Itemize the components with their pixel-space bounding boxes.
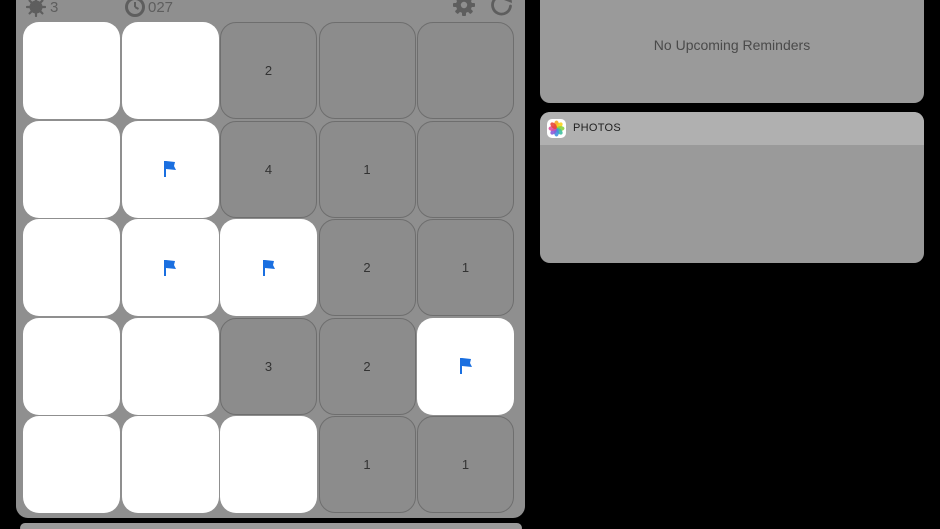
gear-icon — [450, 0, 478, 17]
board-cell[interactable]: 2 — [318, 219, 416, 316]
board-cell[interactable] — [23, 22, 120, 119]
mine-count-value: 3 — [50, 0, 59, 16]
cell-number: 2 — [264, 63, 273, 78]
mine-counter: 3 — [26, 0, 59, 17]
board-cell[interactable] — [318, 22, 416, 119]
board-cell[interactable] — [220, 416, 317, 513]
photos-widget-title: PHOTOS — [573, 122, 622, 134]
cell-number: 2 — [363, 358, 371, 374]
flag-icon — [459, 357, 473, 375]
board-cell[interactable] — [121, 120, 219, 218]
cell-number: 1 — [461, 457, 470, 472]
board-cell[interactable] — [23, 120, 120, 218]
cell-number: 1 — [461, 260, 470, 275]
flag-icon — [262, 259, 276, 277]
board-cell[interactable] — [220, 219, 317, 316]
game-header: 3 027 — [16, 0, 525, 22]
board-cell[interactable]: 3 — [220, 317, 317, 415]
board-cell[interactable] — [417, 120, 514, 218]
next-widget-edge — [20, 523, 522, 529]
cell-number: 4 — [264, 161, 273, 177]
timer-value: 027 — [148, 0, 174, 16]
photos-widget[interactable]: PHOTOS — [540, 112, 924, 263]
settings-button[interactable] — [450, 0, 478, 17]
photos-app-icon — [547, 119, 566, 138]
board-cell[interactable]: 1 — [417, 416, 514, 513]
flag-icon — [163, 259, 177, 277]
cell-number: 3 — [264, 358, 273, 374]
board-cell[interactable] — [121, 219, 219, 316]
restart-icon — [488, 0, 516, 18]
restart-button[interactable] — [488, 0, 516, 16]
board-cell[interactable]: 1 — [318, 120, 416, 218]
timer: 027 — [124, 0, 174, 18]
minefield-board: 2 4 1 2 1 3 2 1 1 — [23, 22, 517, 516]
cell-number: 1 — [363, 161, 371, 177]
board-cell[interactable] — [121, 416, 219, 513]
reminders-empty-text: No Upcoming Reminders — [653, 37, 811, 53]
board-cell[interactable] — [121, 22, 219, 119]
board-cell[interactable] — [23, 219, 120, 316]
board-cell[interactable]: 1 — [318, 416, 416, 513]
cell-number: 1 — [363, 457, 371, 472]
board-cell[interactable] — [23, 416, 120, 513]
board-cell[interactable] — [417, 22, 514, 119]
screen: 3 027 2 4 1 2 1 3 2 1 1 No Upcoming Remi… — [0, 0, 940, 529]
board-cell[interactable]: 4 — [220, 120, 317, 218]
reminders-widget[interactable]: No Upcoming Reminders — [540, 0, 924, 103]
clock-icon — [124, 0, 146, 18]
cell-number: 2 — [363, 260, 371, 275]
flag-icon — [163, 160, 177, 178]
board-cell[interactable]: 2 — [220, 22, 317, 119]
board-cell[interactable]: 1 — [417, 219, 514, 316]
board-cell[interactable] — [23, 317, 120, 415]
board-cell[interactable] — [121, 317, 219, 415]
photos-widget-header[interactable]: PHOTOS — [540, 112, 924, 145]
mine-icon — [26, 0, 46, 17]
board-cell[interactable] — [417, 317, 514, 415]
board-cell[interactable]: 2 — [318, 317, 416, 415]
